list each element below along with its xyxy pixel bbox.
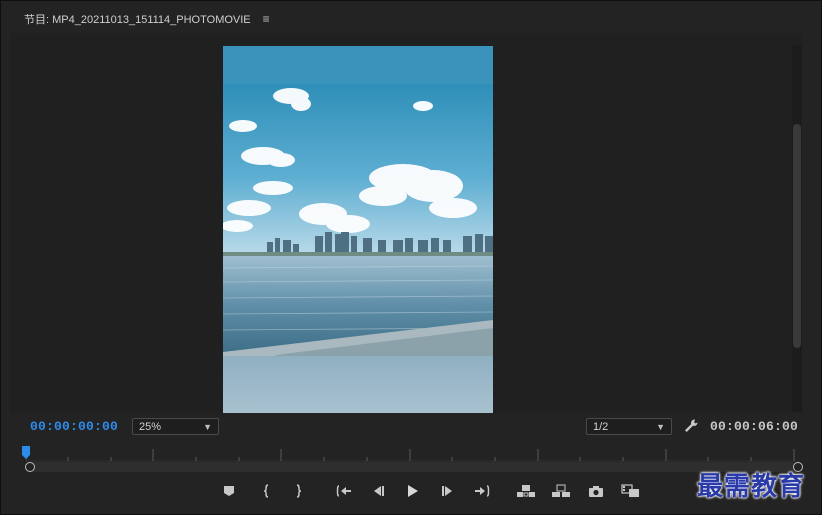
panel-title[interactable]: 节目: MP4_20211013_151114_PHOTOMOVIE (24, 11, 251, 27)
add-marker-icon[interactable] (220, 482, 238, 500)
video-preview-frame (223, 46, 493, 413)
time-ruler[interactable] (25, 446, 800, 462)
watermark-text: 最需教育 (697, 472, 806, 502)
zoom-level-value: 25% (139, 420, 162, 433)
chevron-down-icon: ▼ (203, 421, 212, 432)
chevron-down-icon: ▼ (656, 421, 665, 432)
zoom-scroll-handle-left[interactable] (25, 462, 35, 472)
current-timecode[interactable]: 00:00:00:00 (30, 419, 118, 434)
step-forward-icon[interactable] (439, 482, 457, 500)
mark-out-icon[interactable] (289, 482, 307, 500)
zoom-level-select[interactable]: 25% ▼ (132, 418, 219, 435)
playback-resolution-value: 1/2 (593, 420, 609, 433)
step-back-icon[interactable] (369, 482, 387, 500)
go-to-out-icon[interactable] (473, 482, 491, 500)
go-to-in-icon[interactable] (335, 482, 353, 500)
playhead[interactable] (22, 446, 30, 460)
wrench-icon[interactable] (683, 418, 699, 434)
vertical-scrollbar-thumb[interactable] (793, 124, 801, 348)
duration-timecode: 00:00:06:00 (710, 419, 799, 434)
comparison-view-icon[interactable] (621, 482, 641, 500)
play-icon[interactable] (403, 482, 421, 500)
hamburger-icon[interactable]: ≡ (263, 12, 270, 26)
panel-header: 节目: MP4_20211013_151114_PHOTOMOVIE ≡ (24, 11, 270, 27)
extract-icon[interactable] (551, 482, 571, 500)
export-frame-icon[interactable] (587, 482, 605, 500)
mark-in-icon[interactable] (258, 482, 276, 500)
lift-icon[interactable] (516, 482, 536, 500)
zoom-scroll-bar[interactable] (28, 462, 798, 472)
video-frame-image (223, 46, 493, 413)
playback-resolution-select[interactable]: 1/2 ▼ (586, 418, 672, 435)
